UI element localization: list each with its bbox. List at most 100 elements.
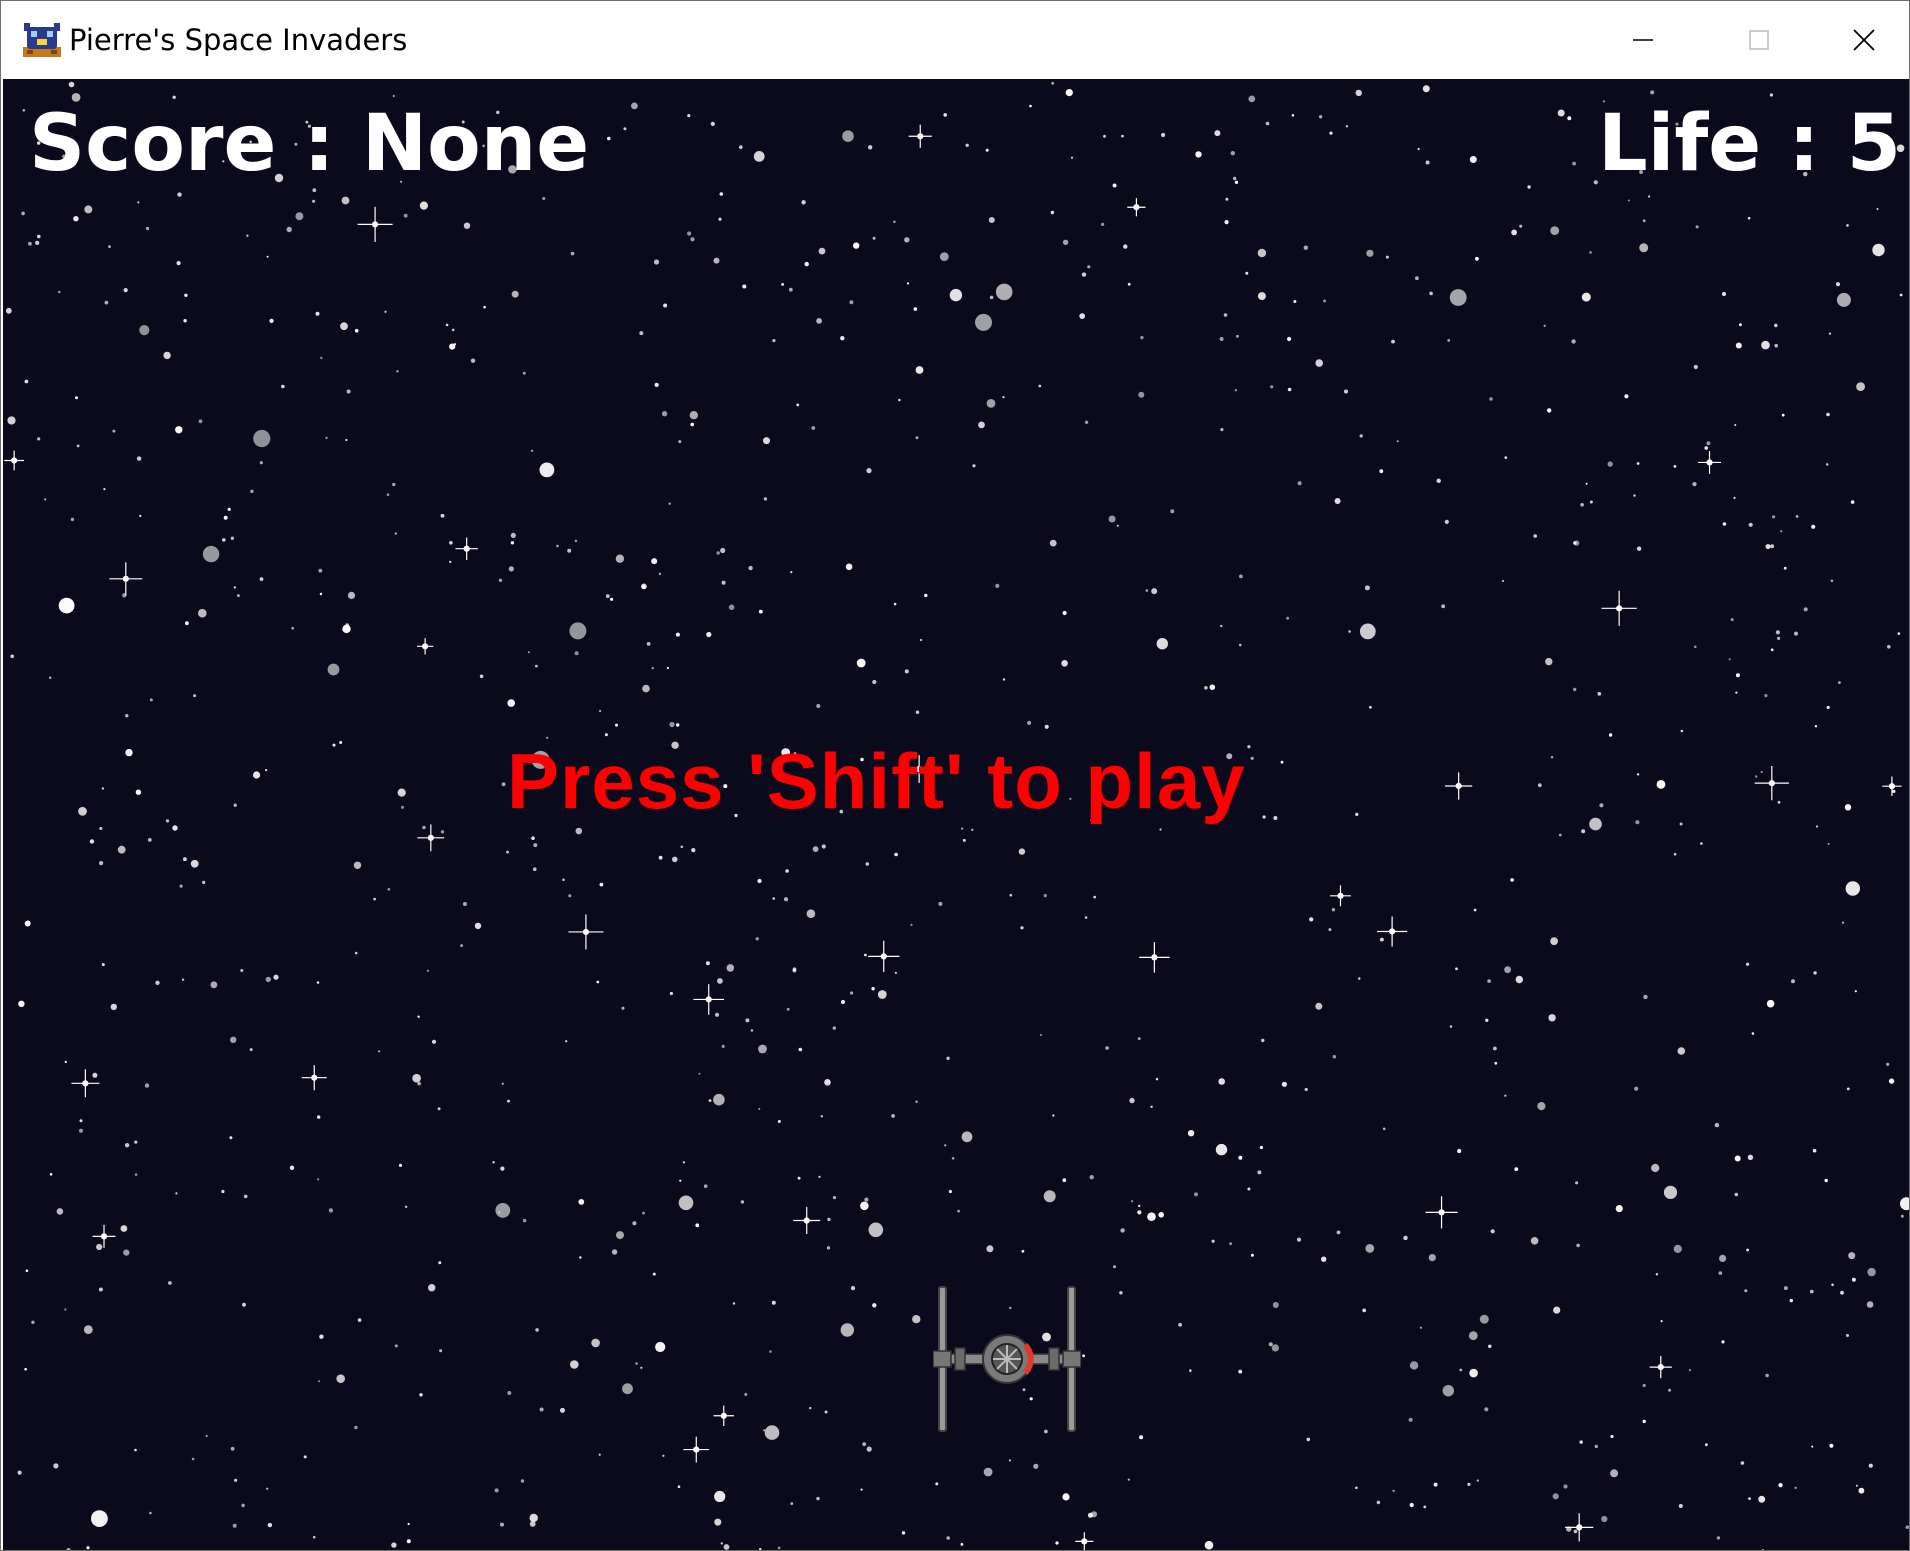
star <box>1415 276 1419 281</box>
star <box>720 1542 723 1545</box>
star <box>678 1195 694 1211</box>
star <box>1050 210 1055 215</box>
star <box>1038 384 1042 388</box>
star <box>1362 1308 1367 1313</box>
star <box>312 1535 316 1539</box>
star <box>1735 342 1742 349</box>
star <box>1425 160 1430 165</box>
close-button[interactable] <box>1817 1 1909 79</box>
star <box>205 1434 208 1437</box>
star <box>763 497 768 501</box>
star <box>332 743 336 747</box>
star <box>1678 1504 1683 1508</box>
star <box>1062 1493 1070 1501</box>
star <box>1250 1253 1254 1257</box>
star <box>479 674 484 679</box>
minimize-button[interactable] <box>1585 1 1701 79</box>
star <box>336 1374 346 1383</box>
star <box>1408 1417 1413 1422</box>
star <box>995 283 1013 301</box>
star <box>137 201 140 204</box>
star <box>378 1050 381 1053</box>
star <box>318 1380 320 1383</box>
star <box>850 1286 856 1291</box>
star <box>826 1246 831 1250</box>
star <box>37 437 41 441</box>
star <box>193 694 197 698</box>
star <box>1519 224 1523 228</box>
star <box>1061 660 1068 667</box>
star <box>1814 725 1818 728</box>
star <box>1533 534 1537 538</box>
star <box>1345 125 1349 128</box>
star <box>1051 81 1055 85</box>
star <box>818 247 826 255</box>
star <box>417 1081 421 1086</box>
star <box>221 1189 225 1194</box>
star <box>123 1249 130 1256</box>
star <box>198 419 203 424</box>
star <box>1070 156 1074 159</box>
star <box>440 830 445 834</box>
star <box>124 1143 130 1148</box>
star <box>946 1056 950 1060</box>
maximize-button[interactable] <box>1701 1 1817 79</box>
star <box>1803 607 1808 612</box>
star <box>1589 251 1592 254</box>
star <box>1304 1087 1308 1092</box>
star <box>1810 1289 1814 1294</box>
star <box>1365 1244 1375 1253</box>
game-canvas[interactable]: Score : None Life : 5 Press 'Shift' to p… <box>3 79 1909 1550</box>
star <box>978 421 985 429</box>
sparkle-star <box>1425 1196 1458 1229</box>
star <box>492 1161 495 1164</box>
star <box>1441 604 1445 609</box>
title-bar[interactable]: Pierre's Space Invaders <box>1 1 1909 79</box>
star <box>190 859 199 868</box>
star <box>1642 1383 1646 1388</box>
star <box>407 1522 410 1526</box>
star <box>772 897 775 900</box>
star <box>1230 151 1236 156</box>
sparkle-star <box>301 1065 327 1091</box>
star <box>1580 503 1584 507</box>
star <box>740 1200 745 1204</box>
star <box>1138 1204 1141 1208</box>
star <box>35 240 40 245</box>
star <box>1138 391 1145 398</box>
star <box>788 287 793 292</box>
star <box>1364 585 1370 591</box>
star <box>1905 1525 1909 1529</box>
star <box>716 551 720 555</box>
star <box>1673 465 1677 468</box>
star <box>346 389 351 394</box>
star <box>1827 842 1830 845</box>
star <box>757 878 762 884</box>
star <box>1029 104 1032 108</box>
star <box>771 1300 776 1305</box>
star <box>1156 638 1169 650</box>
star <box>68 81 75 88</box>
star <box>748 565 753 571</box>
star <box>449 560 452 564</box>
star <box>412 1073 421 1083</box>
star <box>123 288 128 293</box>
star <box>507 1391 512 1395</box>
star <box>1257 1170 1262 1175</box>
star <box>198 608 207 618</box>
star <box>1257 292 1266 301</box>
star <box>396 370 399 373</box>
star <box>1848 1252 1856 1260</box>
star <box>185 621 189 626</box>
star <box>1739 323 1742 327</box>
star <box>401 805 404 809</box>
star <box>1892 789 1896 794</box>
star <box>241 1503 245 1508</box>
star <box>853 242 860 249</box>
star <box>1597 692 1602 696</box>
star <box>281 384 285 389</box>
star <box>691 848 696 853</box>
game-window: Pierre's Space Invaders Score : None Lif… <box>0 0 1910 1551</box>
star <box>816 704 821 708</box>
star <box>28 241 32 246</box>
